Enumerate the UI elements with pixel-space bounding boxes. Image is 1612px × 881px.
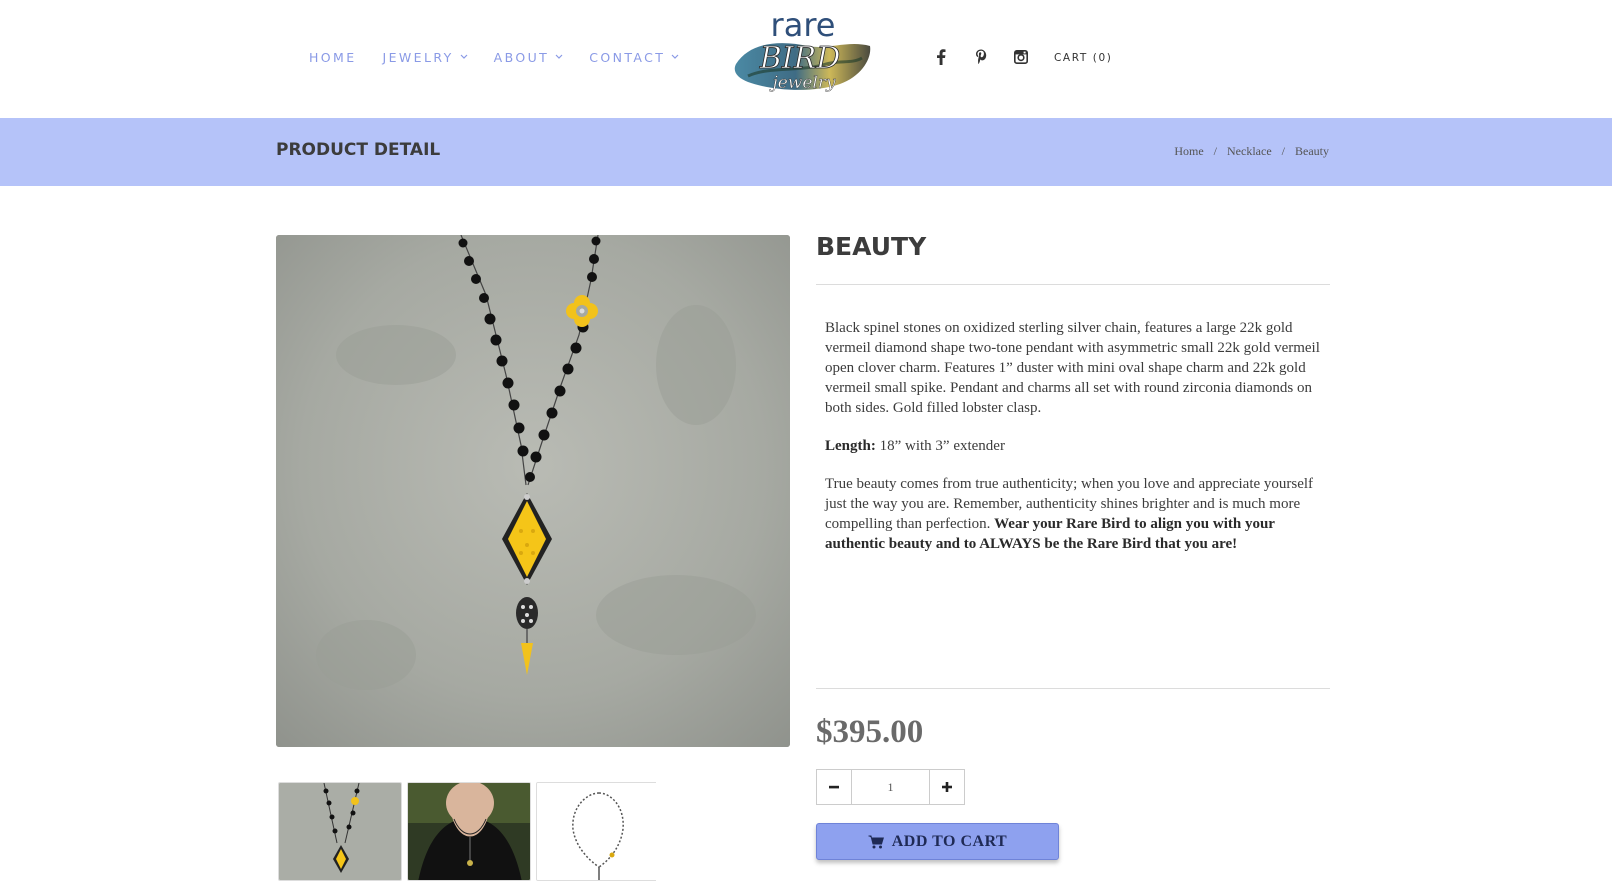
product-title: BEAUTY	[816, 232, 927, 261]
breadcrumb-current: Beauty	[1295, 144, 1329, 158]
product-price: $395.00	[816, 714, 924, 750]
logo-text-jewelry: jewelry	[768, 73, 836, 93]
site-header: HOME JEWELRY ABOUT CONTACT rare BIRD jew…	[0, 0, 1612, 118]
cart-icon	[868, 835, 884, 848]
thumbnail-3[interactable]	[536, 782, 656, 881]
breadcrumb-home[interactable]: Home	[1174, 144, 1203, 159]
breadcrumb-necklace[interactable]: Necklace	[1227, 144, 1272, 159]
chevron-down-icon	[460, 52, 468, 63]
nav-item-label: CONTACT	[589, 50, 666, 65]
logo-text-rare: rare	[771, 6, 836, 44]
description-text: Black spinel stones on oxidized sterling…	[825, 320, 1320, 416]
nav-item-home[interactable]: HOME	[309, 50, 357, 65]
breadcrumb: Home / Necklace / Beauty	[1174, 144, 1329, 159]
chevron-down-icon	[671, 52, 679, 63]
nav-item-label: HOME	[309, 50, 357, 65]
nav-item-contact[interactable]: CONTACT	[589, 50, 679, 65]
length-info: Length: 18” with 3” extender	[825, 436, 1325, 456]
quantity-input[interactable]	[852, 769, 929, 805]
plus-icon	[942, 782, 952, 792]
main-nav: HOME JEWELRY ABOUT CONTACT	[309, 50, 705, 65]
add-to-cart-button[interactable]: ADD TO CART	[816, 823, 1059, 860]
product-main-image[interactable]	[276, 235, 790, 747]
quantity-decrease-button[interactable]	[816, 769, 852, 805]
breadcrumb-separator: /	[1281, 144, 1285, 158]
nav-item-jewelry[interactable]: JEWELRY	[383, 50, 468, 65]
chevron-down-icon	[555, 52, 563, 63]
product-thumbnails	[278, 782, 656, 881]
nav-item-label: JEWELRY	[382, 50, 454, 65]
site-logo[interactable]: rare BIRD jewelry	[730, 6, 876, 96]
length-value: 18” with 3” extender	[879, 438, 1005, 454]
quantity-increase-button[interactable]	[929, 769, 965, 805]
pinterest-icon[interactable]	[970, 46, 992, 68]
divider	[816, 284, 1330, 285]
facebook-icon[interactable]	[930, 46, 952, 68]
thumbnail-1[interactable]	[278, 782, 402, 881]
quantity-stepper	[816, 769, 965, 805]
add-to-cart-label: ADD TO CART	[891, 832, 1008, 850]
page-banner: PRODUCT DETAIL Home / Necklace / Beauty	[0, 118, 1612, 186]
breadcrumb-separator: /	[1213, 144, 1218, 158]
logo-text-bird: BIRD	[759, 41, 841, 76]
story-text: True beauty comes from true authenticity…	[825, 474, 1325, 554]
divider	[816, 688, 1330, 689]
instagram-icon[interactable]	[1010, 46, 1032, 68]
page-title: PRODUCT DETAIL	[276, 140, 441, 160]
cart-link[interactable]: CART (0)	[1054, 52, 1112, 64]
product-description: Black spinel stones on oxidized sterling…	[825, 318, 1325, 572]
nav-item-about[interactable]: ABOUT	[494, 50, 564, 65]
social-links: CART (0)	[930, 46, 1112, 68]
nav-item-label: ABOUT	[493, 50, 550, 65]
minus-icon	[829, 785, 839, 789]
length-label: Length:	[825, 438, 876, 454]
thumbnail-2[interactable]	[407, 782, 531, 881]
